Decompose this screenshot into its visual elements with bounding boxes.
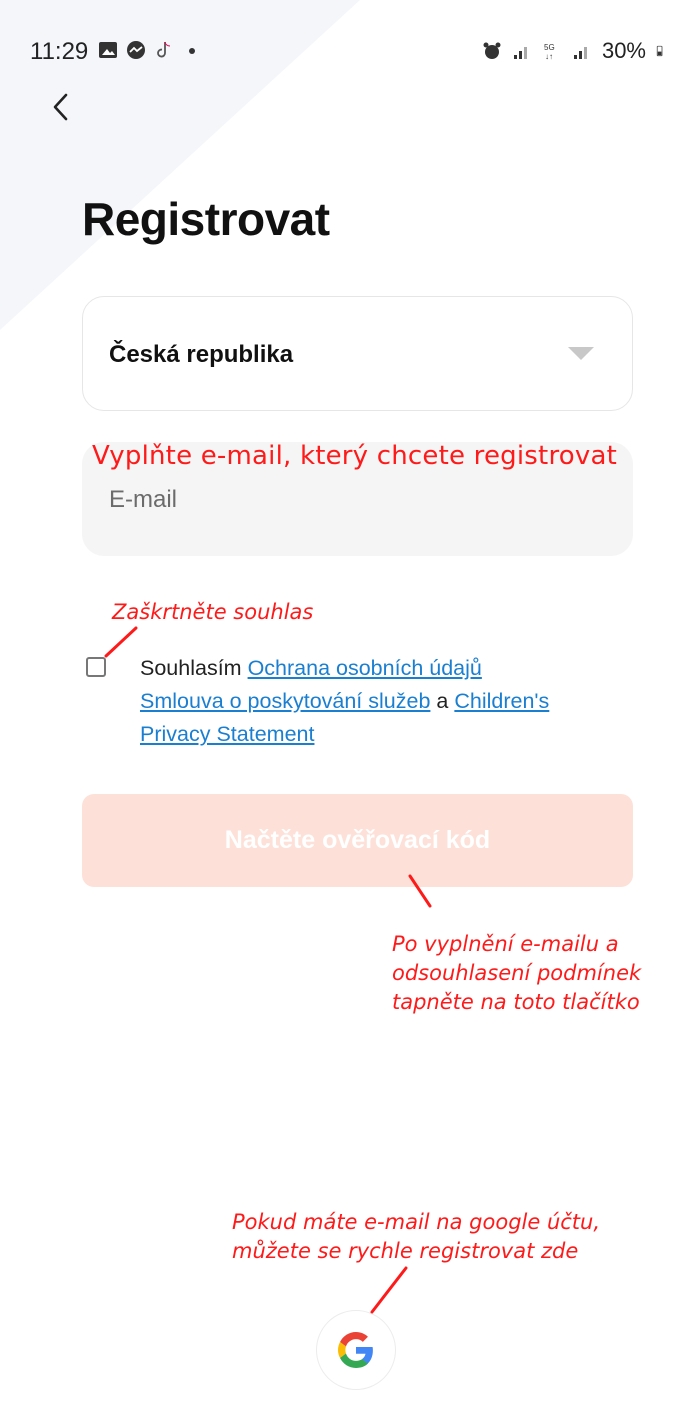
annotation-google-hint: Pokud máte e-mail na google účtu, můžete…	[232, 1208, 600, 1266]
google-signin-button[interactable]	[316, 1310, 396, 1390]
terms-link[interactable]: Smlouva o poskytování služeb	[140, 689, 430, 713]
messenger-icon	[127, 41, 145, 59]
gallery-icon	[99, 42, 117, 58]
chevron-left-icon	[53, 93, 68, 121]
svg-text:5G: 5G	[544, 43, 555, 52]
dot-icon	[189, 48, 195, 54]
country-select[interactable]: Česká republika	[82, 296, 633, 411]
country-value: Česká republika	[109, 341, 294, 368]
battery-percent: 30%	[601, 38, 646, 63]
caret-down-icon	[568, 347, 594, 360]
google-icon	[338, 1332, 373, 1368]
get-verification-code-button[interactable]: Načtěte ověřovací kód	[82, 794, 633, 887]
consent-text: Souhlasím Ochrana osobních údajů Smlouva…	[140, 652, 620, 751]
email-input[interactable]	[109, 480, 589, 520]
signal-icon	[513, 47, 527, 59]
signal-icon	[573, 47, 587, 59]
annotation-checkbox-hint: Zaškrtněte souhlas	[112, 600, 314, 624]
pointer-checkbox	[104, 626, 138, 658]
5g-icon: 5G ↓↑	[544, 43, 555, 61]
annotation-button-line-2: odsouhlasení podmínek	[392, 961, 642, 985]
consent-checkbox[interactable]	[86, 657, 106, 677]
status-time: 11:29	[30, 38, 89, 65]
svg-text:↓↑: ↓↑	[545, 52, 553, 61]
tiktok-icon	[157, 41, 171, 58]
annotation-button-line-3: tapněte na toto tlačítko	[392, 990, 640, 1014]
consent-prefix: Souhlasím	[140, 656, 242, 680]
consent-conjunction: a	[436, 689, 449, 713]
pointer-google	[370, 1266, 408, 1314]
status-bar: 11:29 5G ↓↑ 30%	[0, 30, 692, 74]
annotation-google-line-2: můžete se rychle registrovat zde	[232, 1239, 579, 1263]
battery-icon	[656, 45, 663, 57]
status-icons-left	[98, 40, 202, 60]
back-button[interactable]	[42, 88, 82, 128]
page-title: Registrovat	[82, 193, 330, 245]
privacy-link[interactable]: Ochrana osobních údajů	[248, 656, 482, 680]
annotation-google-line-1: Pokud máte e-mail na google účtu,	[232, 1210, 601, 1234]
alarm-icon	[483, 42, 501, 59]
annotation-email-hint: Vyplňte e-mail, který chcete registrovat	[92, 441, 617, 471]
status-icons-right: 5G ↓↑ 30%	[482, 38, 668, 64]
annotation-button-hint: Po vyplnění e-mailu a odsouhlasení podmí…	[392, 930, 641, 1017]
annotation-button-line-1: Po vyplnění e-mailu a	[392, 932, 619, 956]
